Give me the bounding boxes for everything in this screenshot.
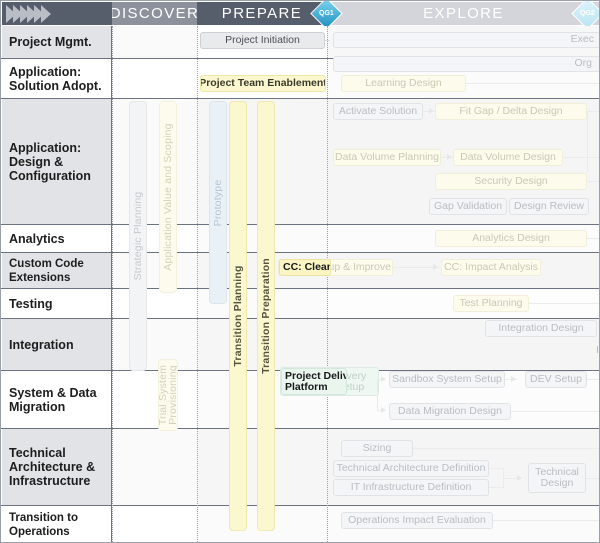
task-activate-solution[interactable]: Activate Solution	[333, 103, 423, 120]
task-pdp-highlight[interactable]: Project Delivery Platform	[281, 368, 347, 395]
task-sizing[interactable]: Sizing	[341, 440, 413, 457]
task-data-volume-design[interactable]: Data Volume Design	[453, 149, 563, 166]
row-label-text: Custom Code Extensions	[9, 257, 84, 284]
task-learning-design[interactable]: Learning Design	[341, 75, 466, 92]
row-label-sys-data-mig: System & Data Migration	[2, 371, 112, 428]
task-label: Application Value and Scoping	[162, 123, 174, 271]
roadmap-chevron-logo	[2, 2, 112, 25]
task-security-design[interactable]: Security Design	[435, 173, 587, 190]
task-application-value-and-scoping[interactable]: Application Value and Scoping	[159, 101, 177, 293]
connector-learning-design	[466, 83, 599, 84]
row-label-project-mgmt: Project Mgmt.	[2, 26, 112, 58]
connector-analytics-right	[587, 238, 599, 239]
row-label-custom-code: Custom Code Extensions	[2, 253, 112, 288]
quality-gate-qg1-label: QG1	[319, 9, 334, 17]
phase-header-prepare[interactable]: PREPARE	[197, 2, 327, 25]
connector-sizing-right	[413, 448, 599, 449]
connector-test-planning-right	[529, 303, 599, 304]
row-label-analytics: Analytics	[2, 225, 112, 252]
phase-header-discover[interactable]: DISCOVER	[112, 2, 197, 25]
task-pdp-highlight-line1: Project Delivery	[285, 370, 346, 382]
connector-techarch-merge-top	[489, 468, 503, 469]
connector-techarch-merge-bottom	[489, 487, 503, 488]
connector-project-initiation	[325, 40, 330, 41]
column-separator-prepare	[197, 26, 198, 542]
connector-pdp-branch-vertical	[377, 379, 378, 411]
phase-header-explore[interactable]: EXPLORE	[327, 2, 599, 25]
row-label-integration: Integration	[2, 319, 112, 370]
task-project-team-enablement[interactable]: Project Team Enablement	[200, 75, 326, 92]
arrow-cc-to-impact	[433, 264, 438, 270]
task-sandbox-system-setup[interactable]: Sandbox System Setup	[389, 371, 505, 388]
task-design-review[interactable]: Design Review	[509, 198, 589, 215]
task-dev-setup[interactable]: DEV Setup	[525, 371, 587, 388]
roadmap-diagram: DISCOVER PREPARE EXPLORE QG1 QG2 Project…	[0, 0, 600, 543]
arrow-pdp-to-datamig	[381, 407, 386, 413]
connector-fitgap-right	[587, 111, 599, 112]
task-integration-design[interactable]: Integration Design	[485, 320, 597, 337]
row-label-testing: Testing	[2, 289, 112, 318]
task-analytics-design[interactable]: Analytics Design	[435, 230, 587, 247]
task-trial-system-provisioning[interactable]: Trial System Provisioning	[158, 359, 178, 431]
task-execution[interactable]: Exec	[333, 32, 599, 48]
arrow-activate-to-fitgap	[429, 108, 434, 114]
table-row: Technical Architecture & Infrastructure	[1, 429, 599, 506]
task-strategic-planning[interactable]: Strategic Planning	[129, 101, 147, 371]
task-test-planning[interactable]: Test Planning	[453, 295, 529, 312]
task-label: Transition Planning	[232, 265, 244, 367]
task-cc-impact-analysis[interactable]: CC: Impact Analysis	[441, 259, 541, 276]
task-label: Strategic Planning	[132, 191, 144, 281]
task-gap-validation[interactable]: Gap Validation	[429, 198, 507, 215]
task-label: Trial System Provisioning	[158, 364, 178, 426]
row-label-transition-ops: Transition to Operations	[2, 506, 112, 542]
task-data-volume-planning[interactable]: Data Volume Planning	[333, 149, 441, 166]
task-label: Prototype	[212, 179, 224, 226]
row-label-text: Transition to Operations	[9, 512, 78, 538]
row-label-text: Application: Solution Adopt.	[9, 64, 102, 93]
phase-header-bar: DISCOVER PREPARE EXPLORE QG1 QG2	[1, 1, 599, 30]
task-cc-cleanup-highlight[interactable]: CC: Clean	[279, 259, 331, 276]
task-label: Transition Preparation	[260, 258, 272, 374]
task-transition-preparation[interactable]: Transition Preparation	[257, 101, 275, 531]
quality-gate-qg2-label: QG2	[580, 9, 595, 17]
task-organization[interactable]: Org	[333, 56, 599, 72]
task-transition-planning[interactable]: Transition Planning	[229, 101, 247, 531]
task-data-migration-design[interactable]: Data Migration Design	[389, 403, 511, 420]
task-it-infrastructure-definition[interactable]: IT Infrastructure Definition	[333, 479, 489, 496]
arrow-sandbox-to-dev	[511, 376, 516, 382]
task-project-initiation[interactable]: Project Initiation	[200, 32, 325, 49]
task-pdp-highlight-line2: Platform	[285, 380, 328, 393]
column-separator-discover	[112, 26, 113, 542]
connector-opsimpact-right	[493, 520, 599, 521]
task-prototype[interactable]: Prototype	[209, 101, 227, 304]
task-technical-design[interactable]: Technical Design	[528, 463, 586, 493]
row-label-solution-adopt: Application: Solution Adopt.	[2, 59, 112, 98]
row-label-text: Technical Architecture & Infrastructure	[9, 446, 96, 488]
row-label-design-config: Application: Design & Configuration	[2, 99, 112, 224]
arrow-pdp-to-sandbox	[381, 376, 386, 382]
task-integration-truncated[interactable]: In	[593, 343, 599, 359]
row-label-tech-arch: Technical Architecture & Infrastructure	[2, 429, 112, 505]
connector-techdesign-right	[586, 478, 599, 479]
connector-dvd-right	[563, 157, 599, 158]
connector-dev-right	[587, 379, 599, 380]
connector-fitgap-vertical	[587, 111, 588, 173]
chevrons-right-icon	[6, 2, 51, 25]
column-separator-explore	[327, 26, 328, 542]
arrow-dvp-to-dvd	[447, 154, 452, 160]
row-label-text: System & Data Migration	[9, 385, 97, 414]
task-operations-impact-evaluation[interactable]: Operations Impact Evaluation	[341, 512, 493, 529]
task-fit-gap-delta-design[interactable]: Fit Gap / Delta Design	[435, 103, 587, 120]
row-label-text: Application: Design & Configuration	[9, 140, 91, 183]
connector-datamig-right	[511, 411, 599, 412]
arrow-techarch-to-design	[517, 475, 522, 481]
connector-security-right	[587, 181, 599, 182]
task-technical-architecture-definition[interactable]: Technical Architecture Definition	[333, 460, 489, 477]
table-row: Transition to Operations	[1, 506, 599, 542]
